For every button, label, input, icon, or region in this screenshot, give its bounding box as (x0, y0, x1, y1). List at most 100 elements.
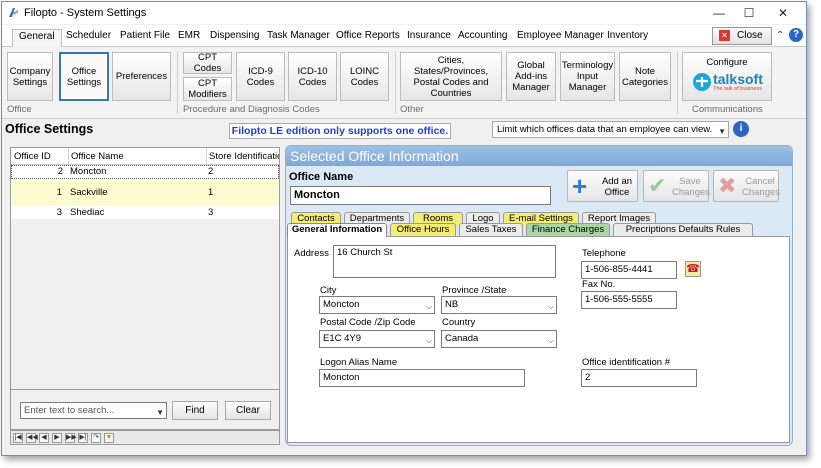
next-record-icon[interactable]: ▶ (52, 433, 62, 443)
company-settings-button[interactable]: Company Settings (7, 52, 53, 101)
cancel-changes-button[interactable]: ✖ Cancel Changes (713, 170, 780, 202)
talksoft-logo: talksoft The talk of business (691, 72, 763, 92)
checkmark-icon: ✔ (648, 173, 667, 198)
logon-alias-field[interactable]: Moncton (319, 369, 525, 387)
search-placeholder: Enter text to search... (24, 405, 115, 416)
icd9-codes-button[interactable]: ICD-9 Codes (236, 52, 285, 101)
save-changes-label: Save Changes (672, 176, 711, 198)
prev-page-icon[interactable]: ◀◀ (26, 433, 38, 443)
refresh-icon[interactable]: ↷ (91, 433, 101, 443)
address-field[interactable]: 16 Church St (333, 245, 556, 278)
info-icon[interactable]: i (733, 121, 749, 137)
row-store-id: 1 (208, 187, 214, 198)
tab-task-manager[interactable]: Task Manager (267, 29, 330, 47)
plus-icon: + (572, 171, 588, 201)
province-value: NB (445, 299, 459, 310)
ribbon-divider (177, 51, 178, 114)
office-identification-field[interactable]: 2 (581, 369, 697, 387)
prev-record-icon[interactable]: ◀ (39, 433, 49, 443)
city-select[interactable]: Moncton ⌵ (319, 296, 435, 314)
tab-sales-taxes[interactable]: Sales Taxes (459, 223, 523, 237)
global-addins-button[interactable]: Global Add-ins Manager (506, 52, 556, 101)
first-page-icon[interactable]: |◀ (13, 433, 23, 443)
preferences-label: Preferences (115, 71, 168, 82)
search-input[interactable]: Enter text to search... ▼ (20, 402, 167, 419)
postal-code-label: Postal Code /Zip Code (320, 317, 416, 328)
clear-button[interactable]: Clear (225, 401, 271, 420)
grid-column-header[interactable]: Store Identification (206, 148, 279, 165)
icd10-codes-button[interactable]: ICD-10 Codes (288, 52, 337, 101)
last-page-icon[interactable]: ▶| (78, 433, 88, 443)
tab-dispensing[interactable]: Dispensing (210, 29, 259, 47)
office-settings-title: Office Settings (5, 122, 94, 136)
save-changes-button[interactable]: ✔ Save Changes (643, 170, 711, 202)
country-select[interactable]: Canada ⌵ (441, 330, 557, 348)
icd10-codes-label: ICD-10 Codes (297, 65, 328, 88)
ribbon-divider (395, 51, 396, 114)
office-settings-label: Office Settings (66, 65, 102, 88)
le-edition-note: Filopto LE edition only supports one off… (229, 123, 451, 139)
fax-field[interactable]: 1-506-555-5555 (581, 291, 677, 309)
table-row[interactable]: 1 Sackville 1 (11, 179, 279, 206)
tab-insurance[interactable]: Insurance (407, 29, 451, 47)
configure-label: Configure (706, 57, 748, 68)
cpt-modifiers-label: CPT Modifiers (188, 78, 227, 100)
row-store-id: 2 (208, 166, 214, 177)
country-label: Country (442, 317, 476, 328)
close-button[interactable]: ✕ Close (712, 27, 772, 45)
preferences-button[interactable]: Preferences (112, 52, 171, 101)
grid-column-header[interactable]: Office Name (68, 148, 206, 165)
terminology-input-button[interactable]: Terminology Input Manager (560, 52, 615, 101)
filter-icon[interactable]: ▼ (104, 433, 114, 443)
grid-column-header[interactable]: Office ID (12, 148, 67, 165)
city-label: City (320, 285, 337, 296)
dial-phone-icon[interactable]: ☎ (685, 261, 701, 277)
tab-general-information[interactable]: General Information (287, 223, 387, 237)
collapse-ribbon-icon[interactable]: ⌃ (776, 30, 784, 41)
tab-office-reports[interactable]: Office Reports (336, 29, 400, 47)
note-categories-button[interactable]: Note Categories (619, 52, 671, 101)
cpt-modifiers-button[interactable]: CPT Modifiers (183, 77, 232, 101)
tab-patient-file[interactable]: Patient File (120, 29, 170, 47)
cpt-codes-button[interactable]: CPT Codes (183, 52, 232, 74)
office-name-field[interactable]: Moncton (290, 186, 551, 205)
chevron-down-icon: ▼ (156, 408, 164, 417)
postal-code-select[interactable]: E1C 4Y9 ⌵ (319, 330, 435, 348)
limit-offices-select[interactable]: Limit which offices data that an employe… (492, 121, 729, 138)
tab-accounting[interactable]: Accounting (458, 29, 507, 47)
talksoft-logo-tagline: The talk of business (713, 86, 763, 92)
tab-scheduler[interactable]: Scheduler (66, 29, 111, 47)
tab-prescriptions-defaults[interactable]: Precriptions Defaults Rules (613, 223, 753, 237)
table-row[interactable]: 3 Shediac 3 (11, 206, 279, 219)
province-select[interactable]: NB ⌵ (441, 296, 557, 314)
help-icon[interactable]: ? (789, 28, 803, 42)
tab-finance-charges[interactable]: Finance Charges (526, 223, 610, 237)
loinc-codes-button[interactable]: LOINC Codes (340, 52, 389, 101)
postal-code-value: E1C 4Y9 (323, 333, 362, 344)
configure-talksoft-button[interactable]: Configure talksoft The talk of business (682, 52, 772, 101)
find-button[interactable]: Find (172, 401, 218, 420)
global-addins-label: Global Add-ins Manager (512, 60, 550, 93)
cancel-x-icon: ✖ (718, 173, 737, 198)
close-button-label: Close (737, 30, 763, 41)
address-label: Address (294, 248, 329, 259)
tab-general[interactable]: General (12, 29, 62, 47)
office-name-label: Office Name (289, 171, 354, 183)
next-page-icon[interactable]: ▶▶ (65, 433, 77, 443)
communications-group-label: Communications (692, 104, 763, 115)
tab-employee-manager[interactable]: Employee Manager (517, 29, 604, 47)
province-label: Province /State (442, 285, 507, 296)
tab-office-hours[interactable]: Office Hours (390, 223, 456, 237)
grid-navigator: |◀ ◀◀ ◀ ▶ ▶▶ ▶| ↷ ▼ (10, 430, 280, 445)
tab-inventory[interactable]: Inventory (607, 29, 648, 47)
panel-title: Selected Office Information (290, 148, 459, 164)
cities-states-button[interactable]: Cities, States/Provinces, Postal Codes a… (400, 52, 502, 101)
window-close-icon[interactable]: ✕ (760, 2, 806, 24)
office-settings-button[interactable]: Office Settings (59, 52, 109, 101)
row-office-name: Sackville (70, 187, 108, 198)
system-settings-window: Filopto - System Settings — ☐ ✕ General … (1, 1, 807, 456)
table-row[interactable]: 2 Moncton 2 (11, 165, 279, 179)
add-office-button[interactable]: + Add an Office (567, 170, 638, 202)
tab-emr[interactable]: EMR (178, 29, 200, 47)
telephone-field[interactable]: 1-506-855-4441 (581, 261, 677, 279)
